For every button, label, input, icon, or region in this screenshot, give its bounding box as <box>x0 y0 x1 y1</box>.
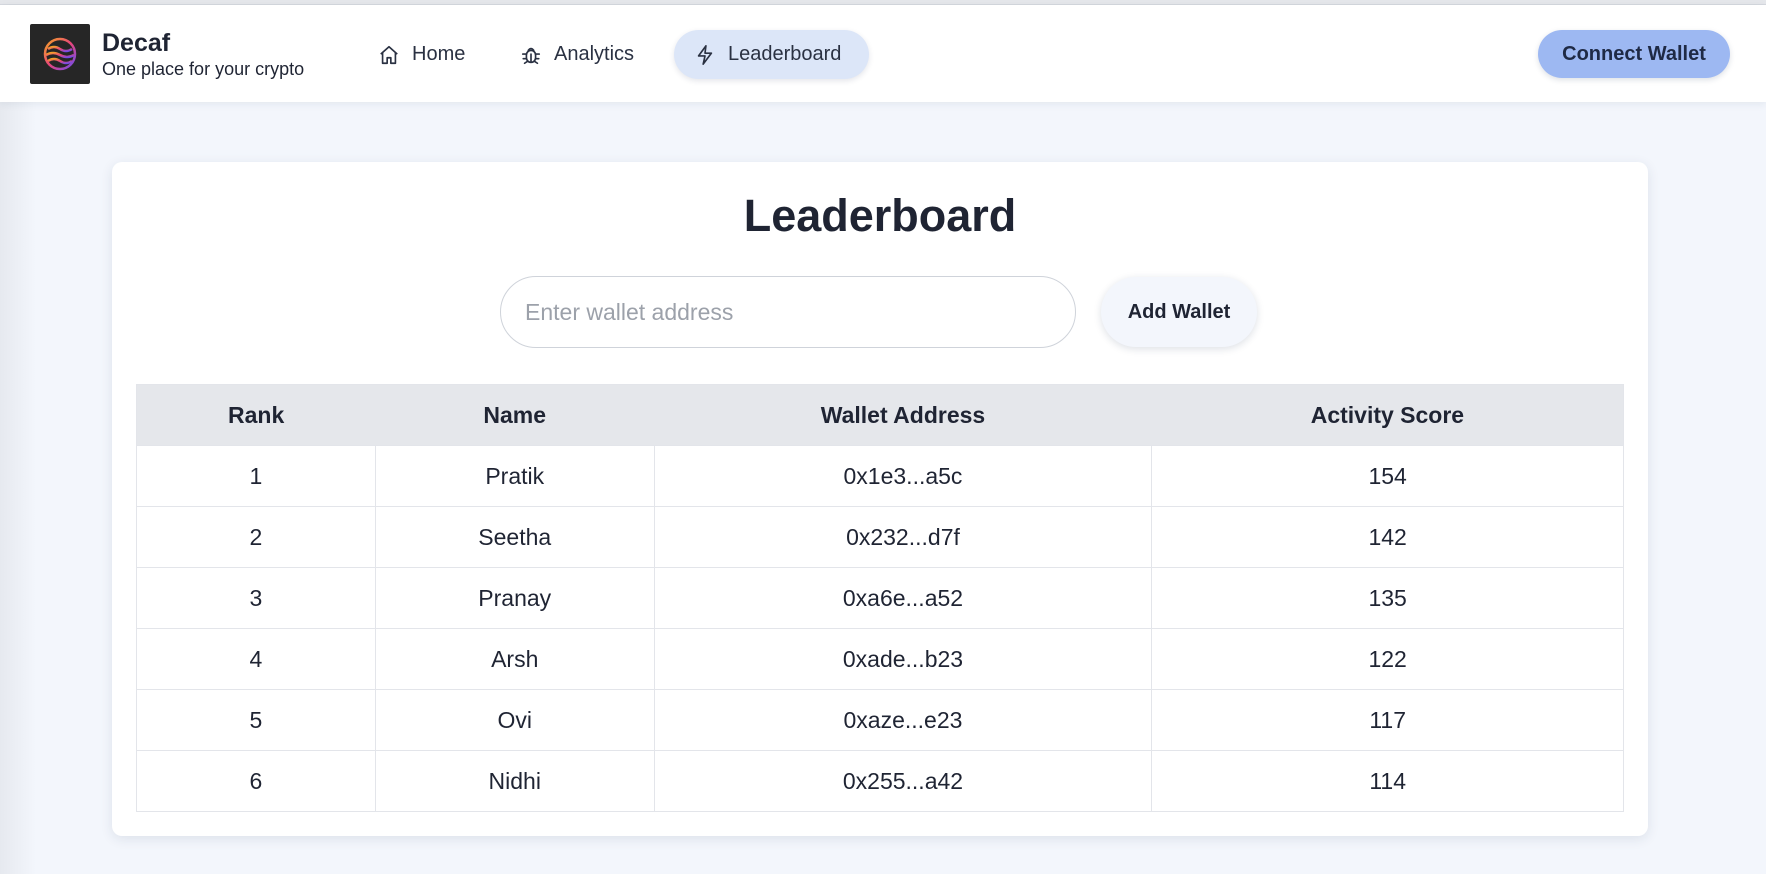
name-cell: Arsh <box>374 628 655 690</box>
bug-icon <box>521 47 541 64</box>
column-header-rank: Rank <box>136 384 376 446</box>
leaderboard-table: Rank Name Wallet Address Activity Score … <box>136 384 1624 812</box>
wallet-address-cell: 0xa6e...a52 <box>653 567 1153 629</box>
table-row: 1 Pratik 0x1e3...a5c 154 <box>136 445 1624 507</box>
rank-cell: 1 <box>136 445 376 507</box>
activity-score-cell: 114 <box>1151 750 1624 812</box>
wallet-address-cell: 0xaze...e23 <box>653 689 1153 751</box>
top-navbar: Decaf One place for your crypto Home Ana… <box>0 5 1766 102</box>
lightning-icon <box>697 44 713 65</box>
rank-cell: 5 <box>136 689 376 751</box>
activity-score-cell: 154 <box>1151 445 1624 507</box>
name-cell: Nidhi <box>374 750 655 812</box>
nav-analytics[interactable]: Analytics <box>520 30 634 79</box>
nav-home-label: Home <box>412 43 466 65</box>
activity-score-cell: 135 <box>1151 567 1624 629</box>
rank-cell: 2 <box>136 506 376 568</box>
page-title: Leaderboard <box>743 190 1017 241</box>
brand-name: Decaf <box>102 29 171 57</box>
table-row: 6 Nidhi 0x255...a42 114 <box>136 750 1624 812</box>
column-header-activity-score: Activity Score <box>1151 384 1624 446</box>
brand-tagline: One place for your crypto <box>102 59 305 79</box>
name-cell: Pratik <box>374 445 655 507</box>
table-row: 2 Seetha 0x232...d7f 142 <box>136 506 1624 568</box>
wallet-address-cell: 0xade...b23 <box>653 628 1153 690</box>
name-cell: Seetha <box>374 506 655 568</box>
column-header-wallet-address: Wallet Address <box>654 384 1152 446</box>
table-row: 5 Ovi 0xaze...e23 117 <box>136 689 1624 751</box>
home-icon <box>380 45 398 64</box>
wallet-address-cell: 0x1e3...a5c <box>653 445 1153 507</box>
sidebar-shade <box>0 102 36 874</box>
table-row: 3 Pranay 0xa6e...a52 135 <box>136 567 1624 629</box>
activity-score-cell: 122 <box>1151 628 1624 690</box>
activity-score-cell: 142 <box>1151 506 1624 568</box>
rank-cell: 4 <box>136 628 376 690</box>
activity-score-cell: 117 <box>1151 689 1624 751</box>
add-wallet-button[interactable]: Add Wallet <box>1101 277 1257 347</box>
wallet-address-input[interactable] <box>500 276 1076 348</box>
waves-logo-icon <box>43 37 77 71</box>
decaf-logo[interactable] <box>30 24 90 84</box>
name-cell: Pranay <box>374 567 655 629</box>
column-header-name: Name <box>375 384 655 446</box>
wallet-address-cell: 0x255...a42 <box>653 750 1153 812</box>
name-cell: Ovi <box>374 689 655 751</box>
connect-wallet-button[interactable]: Connect Wallet <box>1538 30 1730 78</box>
table-row: 4 Arsh 0xade...b23 122 <box>136 628 1624 690</box>
rank-cell: 6 <box>136 750 376 812</box>
nav-leaderboard[interactable]: Leaderboard <box>674 30 869 79</box>
nav-home[interactable]: Home <box>378 30 465 79</box>
rank-cell: 3 <box>136 567 376 629</box>
wallet-address-cell: 0x232...d7f <box>653 506 1153 568</box>
nav-leaderboard-label: Leaderboard <box>728 43 842 65</box>
nav-analytics-label: Analytics <box>554 43 635 65</box>
table-header-row: Rank Name Wallet Address Activity Score <box>136 384 1624 446</box>
leaderboard-card: Leaderboard Add Wallet Rank Name Wallet … <box>112 162 1648 836</box>
